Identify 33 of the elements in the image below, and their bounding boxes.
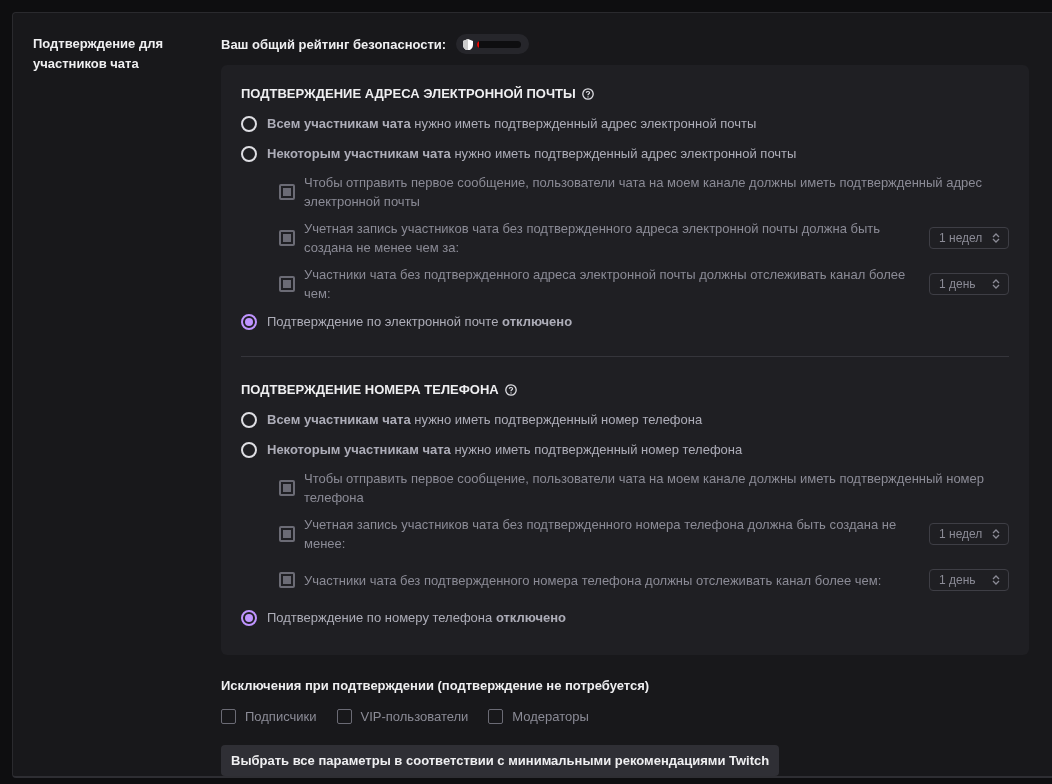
chevron-icon: [992, 233, 1000, 243]
rating-label: Ваш общий рейтинг безопасности:: [221, 36, 447, 52]
option-label: Всем участникам чата нужно иметь подтвержденный адрес электронной почты: [267, 115, 757, 133]
option-label: Чтобы отправить первое сообщение, пользователи чата на моем канале должны иметь подтвержденный адрес электронной почты: [304, 174, 983, 211]
chevron-icon: [992, 575, 1000, 585]
option-label: Учетная запись участников чата без подтвержденного адреса электронной почты должна быть создана не менее чем за:: [304, 220, 882, 257]
recommended-settings-button[interactable]: Выбрать все параметры в соответствии с минимальными рекомендациями Twitch: [221, 745, 780, 776]
option-label: Подтверждение по электронной почте отключено: [267, 313, 573, 331]
checkbox[interactable]: [488, 708, 504, 724]
group-title: ПОДТВЕРЖДЕНИЕ АДРЕСА ЭЛЕКТРОННОЙ ПОЧТЫ: [241, 86, 576, 101]
option-label: Участники чата без подтвержденного номера телефона должны отслеживать канал более чем:: [304, 571, 883, 590]
exemptions-title: Исключения при подтверждении (подтверждение не потребуется): [221, 678, 651, 693]
option-label: Всем участникам чата нужно иметь подтвержденный номер телефона: [267, 411, 703, 429]
option-label: Чтобы отправить первое сообщение, пользователи чата на моем канале должны иметь подтвержденный номер телефона: [304, 470, 986, 507]
chevron-icon: [992, 279, 1000, 289]
help-icon: [504, 383, 517, 396]
checkbox[interactable]: [336, 708, 352, 724]
option-label: Подтверждение по номеру телефона отключено: [267, 609, 566, 627]
help-icon: [581, 87, 594, 100]
option-label: Учетная запись участников чата без подтвержденного номера телефона должна быть создана не менее:: [304, 516, 898, 553]
option-label: Некоторым участникам чата нужно иметь подтвержденный номер телефона: [267, 441, 743, 459]
group-title: ПОДТВЕРЖДЕНИЕ НОМЕРА ТЕЛЕФОНА: [241, 382, 499, 397]
checkbox[interactable]: [221, 708, 236, 724]
chevron-icon: [992, 529, 1000, 539]
checkbox-label: VIP-пользователи: [360, 708, 469, 724]
radio-button[interactable]: [241, 314, 257, 330]
section-title: Подтверждение для участников чата: [33, 35, 165, 73]
option-label: Некоторым участникам чата нужно иметь подтвержденный адрес электронной почты: [267, 145, 797, 163]
checkbox-label: Модераторы: [512, 708, 589, 724]
shield-icon: [462, 38, 475, 50]
checkbox-label: Подписчики: [245, 708, 317, 724]
radio-button[interactable]: [241, 610, 257, 626]
option-label: Участники чата без подтвержденного адреса электронной почты должны отслеживать канал более чем:: [304, 266, 907, 303]
